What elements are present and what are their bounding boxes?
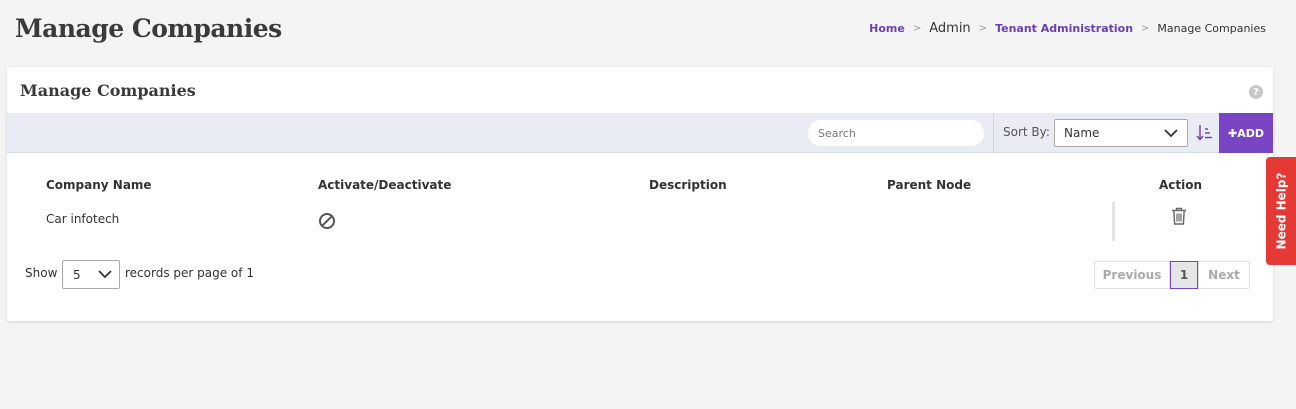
sort-by-select[interactable]: Name — [1054, 119, 1188, 147]
search-input[interactable] — [808, 120, 984, 146]
companies-card: Manage Companies ? Sort By: Name ✚ADD Co… — [7, 67, 1273, 321]
breadcrumb-tenant-administration[interactable]: Tenant Administration — [995, 22, 1133, 35]
chevron-down-icon — [98, 270, 112, 279]
sort-by-label: Sort By: — [1003, 125, 1050, 139]
column-header-description: Description — [649, 178, 727, 192]
page-size-select[interactable]: 5 — [62, 260, 120, 289]
need-help-tab[interactable]: Need Help? — [1266, 157, 1296, 265]
page-size-value: 5 — [73, 267, 81, 282]
breadcrumb-current: Manage Companies — [1157, 22, 1266, 35]
ban-icon[interactable] — [318, 212, 336, 230]
sort-by-value: Name — [1064, 126, 1100, 140]
column-header-company-name: Company Name — [46, 178, 152, 192]
add-company-button[interactable]: ✚ADD — [1219, 113, 1273, 153]
page-number-button[interactable]: 1 — [1170, 261, 1198, 289]
breadcrumb-separator: > — [1141, 23, 1150, 34]
records-per-page-label: records per page of 1 — [125, 266, 254, 280]
action-divider — [1112, 202, 1115, 241]
question-circle-icon[interactable]: ? — [1249, 85, 1263, 99]
need-help-label: Need Help? — [1274, 172, 1288, 250]
breadcrumb-admin: Admin — [929, 21, 971, 36]
column-header-activate: Activate/Deactivate — [318, 178, 452, 192]
company-name-cell: Car infotech — [46, 212, 120, 226]
card-title: Manage Companies — [20, 81, 196, 100]
column-header-parent-node: Parent Node — [887, 178, 972, 192]
next-page-button[interactable]: Next — [1198, 261, 1250, 289]
page-title: Manage Companies — [15, 14, 282, 43]
breadcrumb-home[interactable]: Home — [869, 22, 905, 35]
toolbar-divider — [993, 113, 994, 153]
column-header-action: Action — [1159, 178, 1203, 192]
pagination: Previous 1 Next — [1094, 261, 1250, 289]
sort-ascending-icon[interactable] — [1196, 123, 1212, 143]
breadcrumb-separator: > — [978, 23, 988, 34]
show-label: Show — [25, 266, 58, 280]
breadcrumb: Home > Admin > Tenant Administration > M… — [869, 21, 1266, 36]
breadcrumb-separator: > — [912, 23, 922, 34]
chevron-down-icon — [1164, 128, 1178, 137]
trash-icon[interactable] — [1171, 207, 1187, 225]
previous-page-button[interactable]: Previous — [1094, 261, 1170, 289]
toolbar: Sort By: Name ✚ADD — [7, 113, 1273, 153]
